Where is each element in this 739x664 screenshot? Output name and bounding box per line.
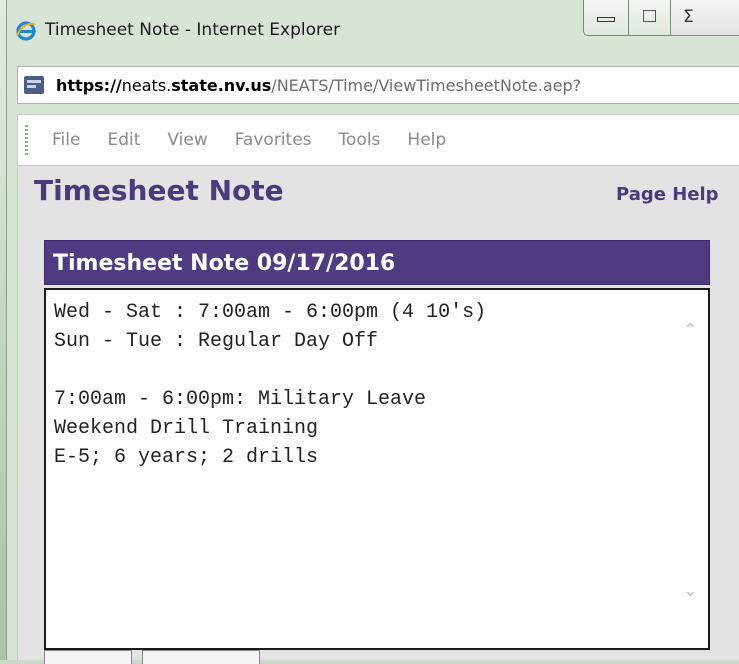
menu-edit[interactable]: Edit <box>107 130 140 150</box>
menu-view[interactable]: View <box>167 130 207 150</box>
timesheet-note-panel: Timesheet Note 09/17/2016 Wed - Sat : 7:… <box>44 240 710 660</box>
menu-bar: File Edit View Favorites Tools Help <box>17 114 739 166</box>
menu-help[interactable]: Help <box>407 130 446 150</box>
close-icon: Σ <box>683 7 694 27</box>
page-title: Timesheet Note <box>34 174 284 207</box>
title-bar[interactable]: Timesheet Note - Internet Explorer Σ <box>7 0 739 62</box>
menu-tools[interactable]: Tools <box>339 130 381 150</box>
page-help-link[interactable]: Page Help <box>616 184 719 205</box>
caption-buttons: Σ <box>583 0 739 40</box>
toolbar-grip[interactable] <box>25 125 28 155</box>
close-button[interactable]: Σ <box>671 0 739 36</box>
note-line: Wed - Sat : 7:00am - 6:00pm (4 10's) <box>54 301 487 324</box>
page-content: Timesheet Note Page Help Timesheet Note … <box>17 166 739 664</box>
note-text: Wed - Sat : 7:00am - 6:00pm (4 10's) Sun… <box>54 298 486 472</box>
note-header-title: Timesheet Note 09/17/2016 <box>53 251 396 276</box>
url-host-main: state.nv.us <box>171 76 272 95</box>
maximize-button[interactable] <box>629 0 671 36</box>
maximize-icon <box>643 10 656 22</box>
dialog-button-left[interactable] <box>44 650 132 664</box>
window-title: Timesheet Note - Internet Explorer <box>45 20 341 40</box>
minimize-button[interactable] <box>583 0 629 36</box>
url-scheme: https:// <box>56 76 122 95</box>
menu-favorites[interactable]: Favorites <box>235 130 312 150</box>
address-bar[interactable]: https://neats.state.nv.us/NEATS/Time/Vie… <box>17 66 739 104</box>
internet-explorer-icon <box>15 20 37 42</box>
note-header: Timesheet Note 09/17/2016 <box>44 240 710 285</box>
note-line: Sun - Tue : Regular Day Off <box>54 330 379 353</box>
chevron-down-icon[interactable]: ⌄ <box>683 580 698 601</box>
chevron-up-icon[interactable]: ⌃ <box>683 320 698 341</box>
note-line: Weekend Drill Training <box>54 417 319 440</box>
browser-window: Timesheet Note - Internet Explorer Σ htt… <box>6 0 739 664</box>
bottom-buttons <box>44 650 260 664</box>
url-text[interactable]: https://neats.state.nv.us/NEATS/Time/Vie… <box>56 76 581 95</box>
menu-items: File Edit View Favorites Tools Help <box>52 130 473 150</box>
url-path: /NEATS/Time/ViewTimesheetNote.aep? <box>271 76 582 95</box>
minimize-icon <box>597 17 615 22</box>
site-favicon-icon <box>24 76 44 94</box>
note-scrollbar[interactable]: ⌃ ⌄ <box>674 290 708 648</box>
url-host-sub: neats. <box>121 76 172 95</box>
menu-file[interactable]: File <box>52 130 80 150</box>
note-line: 7:00am - 6:00pm: Military Leave <box>54 388 427 411</box>
dialog-button-right[interactable] <box>142 650 260 664</box>
note-textarea[interactable]: Wed - Sat : 7:00am - 6:00pm (4 10's) Sun… <box>44 288 710 650</box>
note-line: E-5; 6 years; 2 drills <box>54 446 319 469</box>
